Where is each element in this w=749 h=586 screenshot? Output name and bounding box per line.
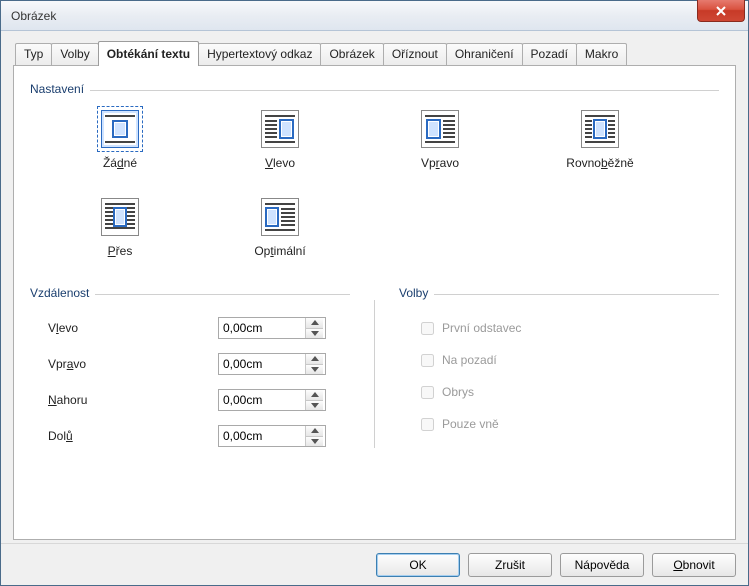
option-background: Na pozadí bbox=[417, 344, 719, 376]
distance-left-input[interactable] bbox=[219, 318, 305, 338]
tab-macro[interactable]: Makro bbox=[576, 43, 627, 65]
dialog-window: Obrázek Typ Volby Obtékání textu Hyperte… bbox=[0, 0, 749, 586]
vertical-separator bbox=[374, 300, 375, 448]
distance-bottom-spinner[interactable] bbox=[218, 425, 326, 447]
wrap-none-label: Žádné bbox=[103, 156, 137, 170]
wrap-left-label: Vlevo bbox=[265, 156, 295, 170]
option-background-label: Na pozadí bbox=[442, 353, 497, 367]
options-subgroup-label: Volby bbox=[399, 286, 434, 300]
wrap-right-label: Vpravo bbox=[421, 156, 459, 170]
wrap-none-icon[interactable] bbox=[101, 110, 139, 148]
spin-down-icon[interactable] bbox=[306, 329, 323, 339]
option-outside-only-label: Pouze vně bbox=[442, 417, 499, 431]
settings-group: Nastavení Žádné Vlevo bbox=[30, 82, 719, 262]
ok-button[interactable]: OK bbox=[376, 553, 460, 577]
window-title: Obrázek bbox=[11, 9, 56, 23]
distance-left-label: Vlevo bbox=[48, 321, 218, 335]
spin-up-icon[interactable] bbox=[306, 318, 323, 329]
tab-image[interactable]: Obrázek bbox=[320, 43, 383, 65]
tab-border[interactable]: Ohraničení bbox=[446, 43, 523, 65]
distance-right-spinner[interactable] bbox=[218, 353, 326, 375]
spin-down-icon[interactable] bbox=[306, 365, 323, 375]
cancel-button[interactable]: Zrušit bbox=[468, 553, 552, 577]
settings-group-label: Nastavení bbox=[30, 82, 90, 96]
option-background-checkbox bbox=[421, 354, 434, 367]
option-contour-label: Obrys bbox=[442, 385, 474, 399]
close-button[interactable] bbox=[697, 0, 745, 22]
spin-up-icon[interactable] bbox=[306, 426, 323, 437]
wrap-through-icon[interactable] bbox=[101, 198, 139, 236]
tab-options[interactable]: Volby bbox=[51, 43, 98, 65]
distance-right-label: Vpravo bbox=[48, 357, 218, 371]
spin-up-icon[interactable] bbox=[306, 390, 323, 401]
wrap-right-icon[interactable] bbox=[421, 110, 459, 148]
distance-top-input[interactable] bbox=[219, 390, 305, 410]
distance-top-spinner[interactable] bbox=[218, 389, 326, 411]
distance-right-input[interactable] bbox=[219, 354, 305, 374]
wrap-optimal-label: Optimální bbox=[254, 244, 305, 258]
distance-group: Vzdálenost Vlevo Vpravo bbox=[30, 280, 350, 454]
titlebar[interactable]: Obrázek bbox=[1, 1, 748, 31]
distance-group-label: Vzdálenost bbox=[30, 286, 95, 300]
spin-down-icon[interactable] bbox=[306, 401, 323, 411]
tabstrip: Typ Volby Obtékání textu Hypertextový od… bbox=[13, 41, 736, 65]
wrap-optimal[interactable]: Optimální bbox=[210, 198, 350, 258]
wrap-none[interactable]: Žádné bbox=[50, 110, 190, 170]
client-area: Typ Volby Obtékání textu Hypertextový od… bbox=[1, 31, 748, 585]
button-bar: OK Zrušit Nápověda Obnovit bbox=[1, 543, 748, 585]
tab-wrap[interactable]: Obtékání textu bbox=[98, 41, 199, 66]
wrap-optimal-icon[interactable] bbox=[261, 198, 299, 236]
tab-crop[interactable]: Oříznout bbox=[383, 43, 447, 65]
wrap-through[interactable]: Přes bbox=[50, 198, 190, 258]
wrap-parallel-label: Rovnoběžně bbox=[566, 156, 633, 170]
options-subgroup: Volby První odstavec Na pozadí bbox=[399, 280, 719, 454]
option-outside-only: Pouze vně bbox=[417, 408, 719, 440]
option-outside-only-checkbox bbox=[421, 418, 434, 431]
option-first-paragraph-label: První odstavec bbox=[442, 321, 521, 335]
wrap-left-icon[interactable] bbox=[261, 110, 299, 148]
option-contour: Obrys bbox=[417, 376, 719, 408]
close-icon bbox=[715, 5, 727, 17]
distance-bottom-label: Dolů bbox=[48, 429, 218, 443]
wrap-parallel[interactable]: Rovnoběžně bbox=[530, 110, 670, 170]
wrap-right[interactable]: Vpravo bbox=[370, 110, 510, 170]
distance-bottom-input[interactable] bbox=[219, 426, 305, 446]
tab-type[interactable]: Typ bbox=[15, 43, 52, 65]
distance-left-spinner[interactable] bbox=[218, 317, 326, 339]
reset-button[interactable]: Obnovit bbox=[652, 553, 736, 577]
distance-top-label: Nahoru bbox=[48, 393, 218, 407]
tab-panel: Nastavení Žádné Vlevo bbox=[13, 65, 736, 540]
option-first-paragraph: První odstavec bbox=[417, 312, 719, 344]
option-first-paragraph-checkbox bbox=[421, 322, 434, 335]
tab-hyperlink[interactable]: Hypertextový odkaz bbox=[198, 43, 321, 65]
spin-up-icon[interactable] bbox=[306, 354, 323, 365]
wrap-parallel-icon[interactable] bbox=[581, 110, 619, 148]
help-button[interactable]: Nápověda bbox=[560, 553, 644, 577]
option-contour-checkbox bbox=[421, 386, 434, 399]
tab-background[interactable]: Pozadí bbox=[522, 43, 577, 65]
spin-down-icon[interactable] bbox=[306, 437, 323, 447]
wrap-left[interactable]: Vlevo bbox=[210, 110, 350, 170]
wrap-through-label: Přes bbox=[108, 244, 133, 258]
